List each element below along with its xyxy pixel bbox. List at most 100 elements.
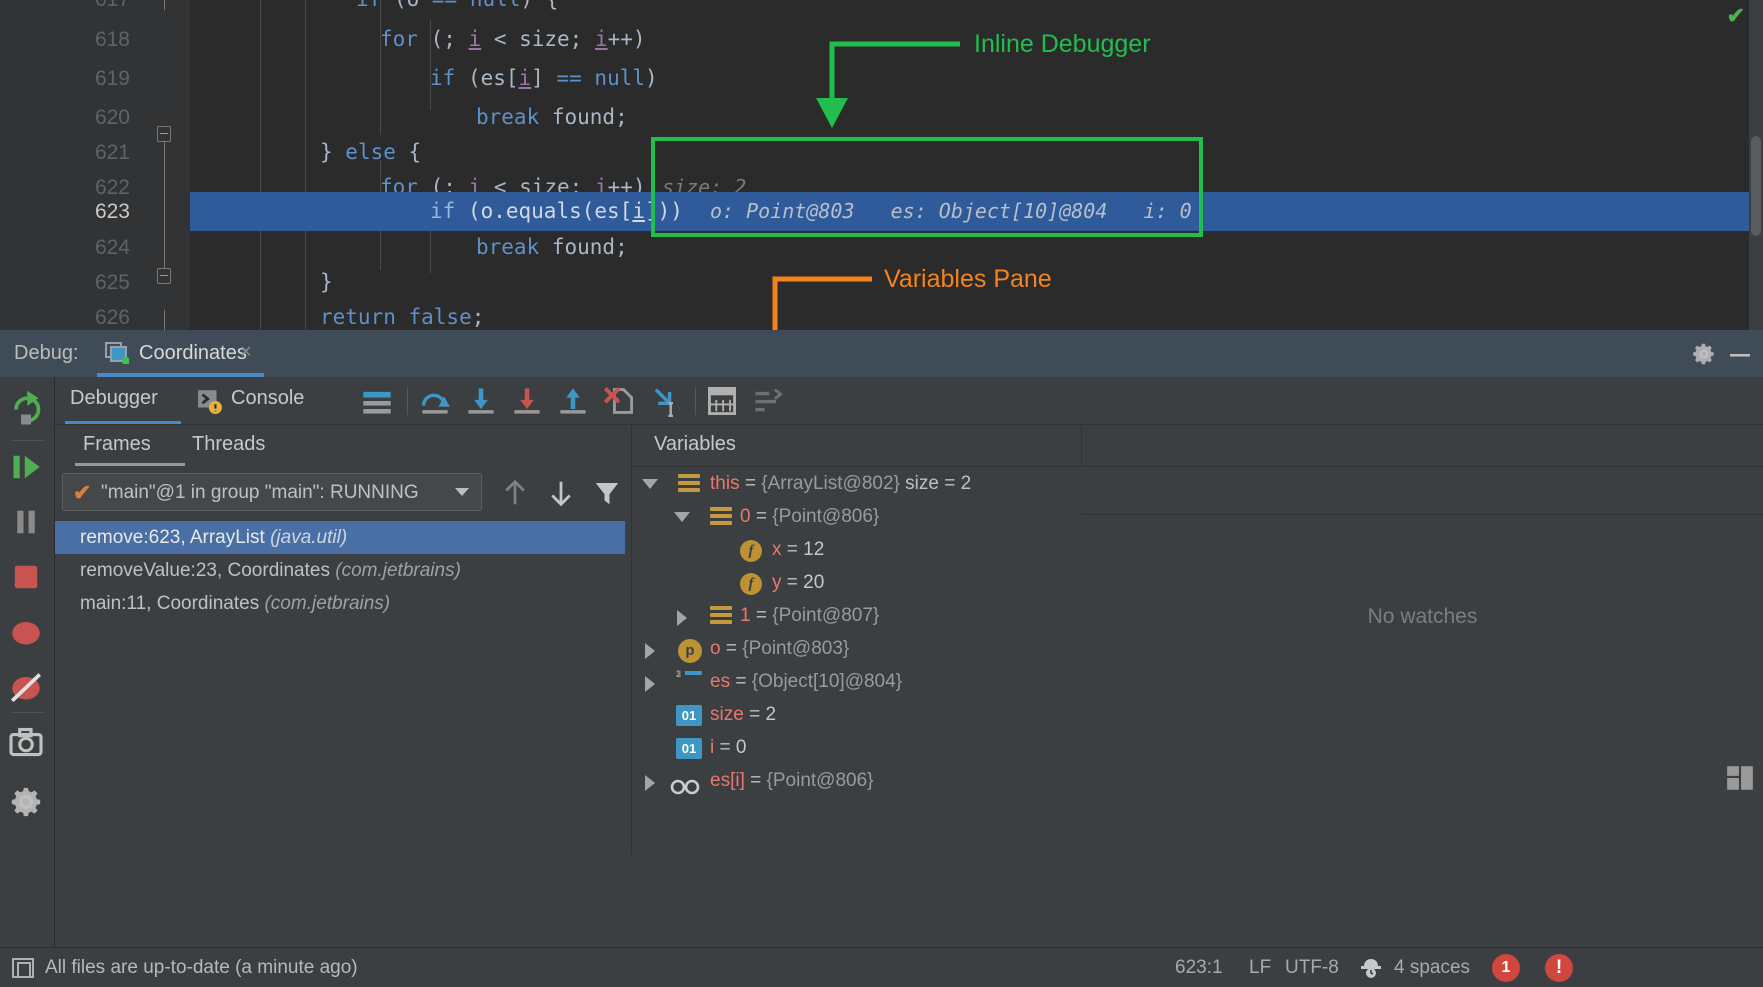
get-thread-dump-button[interactable] <box>6 722 50 766</box>
chevron-right-icon[interactable] <box>645 643 655 659</box>
chevron-down-icon[interactable] <box>642 479 658 489</box>
arrow-down-icon[interactable] <box>546 478 576 508</box>
show-values-inline-icon[interactable] <box>752 385 784 417</box>
array-icon: 123 <box>676 671 702 693</box>
chevron-right-icon[interactable] <box>645 775 655 791</box>
debug-session-tab[interactable]: Coordinates × <box>97 330 264 377</box>
minimize-icon[interactable] <box>1727 342 1753 366</box>
code-line[interactable]: 625 } <box>0 263 1763 302</box>
run-to-cursor-icon[interactable] <box>649 385 681 417</box>
mute-breakpoints-button[interactable] <box>6 667 50 711</box>
variable-value: 2 <box>765 704 776 725</box>
list-icon <box>710 507 732 526</box>
encoding[interactable]: UTF-8 <box>1285 957 1339 979</box>
tab-frames[interactable]: Frames <box>83 433 151 456</box>
variables-tree[interactable]: this = {ArrayList@802} size = 2 0 = {Poi… <box>632 467 1082 855</box>
code-line-current[interactable]: 623 if (o.equals(es[i])) o: Point@803 es… <box>0 192 1763 231</box>
step-into-icon[interactable] <box>465 385 497 417</box>
editor-scrollbar[interactable] <box>1749 0 1763 368</box>
variable-value: {ArrayList@802} <box>761 473 900 494</box>
annotation-label-inline-debugger: Inline Debugger <box>974 30 1151 59</box>
error-status-icon[interactable]: ! <box>1545 954 1573 982</box>
list-icon <box>710 606 732 625</box>
variable-equals: = <box>750 770 761 791</box>
restore-layout-icon[interactable] <box>1725 763 1755 793</box>
status-badge[interactable]: 1 <box>1492 954 1520 982</box>
variable-row[interactable]: f x = 12 <box>632 533 1082 566</box>
step-over-icon[interactable] <box>419 385 451 417</box>
variable-row[interactable]: f y = 20 <box>632 566 1082 599</box>
arrow-up-icon[interactable] <box>500 478 530 508</box>
gear-icon[interactable] <box>1691 341 1717 367</box>
variable-value: {Point@806} <box>767 770 874 791</box>
stack-frame-row[interactable]: remove:623, ArrayList (java.util) <box>55 521 625 554</box>
inspector-hat-icon[interactable] <box>1358 956 1384 980</box>
code-line[interactable]: 617 if (o == null) { <box>0 0 1763 19</box>
thread-selector-dropdown[interactable]: ✔ "main"@1 in group "main": RUNNING <box>62 473 482 511</box>
variable-value: {Object[10]@804} <box>752 671 902 692</box>
line-number: 618 <box>0 20 130 59</box>
filter-icon[interactable] <box>592 478 622 508</box>
view-breakpoints-button[interactable] <box>6 612 50 656</box>
indent-setting[interactable]: 4 spaces <box>1394 957 1470 979</box>
no-watches-message: No watches <box>1082 605 1763 629</box>
variable-name: x <box>772 539 782 560</box>
variable-value: 12 <box>803 539 824 560</box>
variable-row[interactable]: p o = {Point@803} <box>632 632 1082 665</box>
force-step-into-icon[interactable] <box>511 385 543 417</box>
evaluate-expression-icon[interactable] <box>706 385 738 417</box>
rerun-button[interactable] <box>6 387 50 431</box>
layout-icon[interactable] <box>361 385 393 417</box>
active-subtab-underline <box>75 463 185 466</box>
line-separator[interactable]: LF <box>1249 957 1271 979</box>
variables-title: Variables <box>654 433 736 456</box>
code-line[interactable]: 619 if (es[i] == null) <box>0 59 1763 98</box>
variable-row[interactable]: 123 es = {Object[10]@804} <box>632 665 1082 698</box>
code-line[interactable]: 618 for (; i < size; i++) <box>0 20 1763 59</box>
inline-debugger-hint: o: Point@803 es: Object[10]@804 i: 0 <box>710 192 1192 231</box>
debug-settings-button[interactable] <box>6 782 50 826</box>
code-editor[interactable]: 617 if (o == null) { 618 for (; i < size… <box>0 0 1763 368</box>
resume-program-button[interactable] <box>6 447 50 491</box>
stack-frame-package: (com.jetbrains) <box>335 560 461 581</box>
chevron-down-icon[interactable] <box>674 512 690 522</box>
variable-row[interactable]: 01 size = 2 <box>632 698 1082 731</box>
variable-equals: = <box>735 671 746 692</box>
debug-actions-sidebar: » <box>0 377 55 947</box>
code-line[interactable]: 621 } else { <box>0 133 1763 172</box>
stop-button[interactable] <box>6 557 50 601</box>
variable-row[interactable]: 0 = {Point@806} <box>632 500 1082 533</box>
tab-console[interactable]: Console <box>231 387 304 410</box>
code-line[interactable]: 620 break found; <box>0 98 1763 137</box>
inspection-ok-icon[interactable]: ✔ <box>1727 3 1745 29</box>
variable-equals: = <box>787 539 798 560</box>
variable-equals: = <box>749 704 760 725</box>
variable-row[interactable]: es[i] = {Point@806} <box>632 764 1082 797</box>
annotation-label-variables-pane: Variables Pane <box>884 265 1052 294</box>
line-number: 623 <box>0 192 130 231</box>
editor-scrollbar-thumb[interactable] <box>1751 136 1761 236</box>
chevron-right-icon[interactable] <box>677 610 687 626</box>
caret-position[interactable]: 623:1 <box>1175 957 1223 979</box>
watches-panel-header: Watches Memory <box>1082 425 1763 467</box>
tab-debugger[interactable]: Debugger <box>70 387 158 410</box>
variable-row[interactable]: 1 = {Point@807} <box>632 599 1082 632</box>
call-stack-list[interactable]: remove:623, ArrayList (java.util) remove… <box>55 521 625 620</box>
code-line[interactable]: 624 break found; <box>0 228 1763 267</box>
stack-frame-row[interactable]: removeValue:23, Coordinates (com.jetbrai… <box>55 554 625 587</box>
variable-value: {Point@803} <box>742 638 849 659</box>
chevron-right-icon[interactable] <box>645 676 655 692</box>
pause-program-button[interactable] <box>6 502 50 546</box>
debug-label: Debug: <box>14 342 79 365</box>
variable-equals: = <box>745 473 756 494</box>
tab-threads[interactable]: Threads <box>192 433 265 456</box>
close-icon[interactable]: × <box>240 341 252 364</box>
chevron-down-icon[interactable] <box>455 488 469 496</box>
variable-row[interactable]: 01 i = 0 <box>632 731 1082 764</box>
stack-frame-row[interactable]: main:11, Coordinates (com.jetbrains) <box>55 587 625 620</box>
primitive-icon: 01 <box>676 738 702 759</box>
field-icon: f <box>740 573 762 595</box>
drop-frame-icon[interactable] <box>603 385 635 417</box>
variable-row[interactable]: this = {ArrayList@802} size = 2 <box>632 467 1082 500</box>
step-out-icon[interactable] <box>557 385 589 417</box>
